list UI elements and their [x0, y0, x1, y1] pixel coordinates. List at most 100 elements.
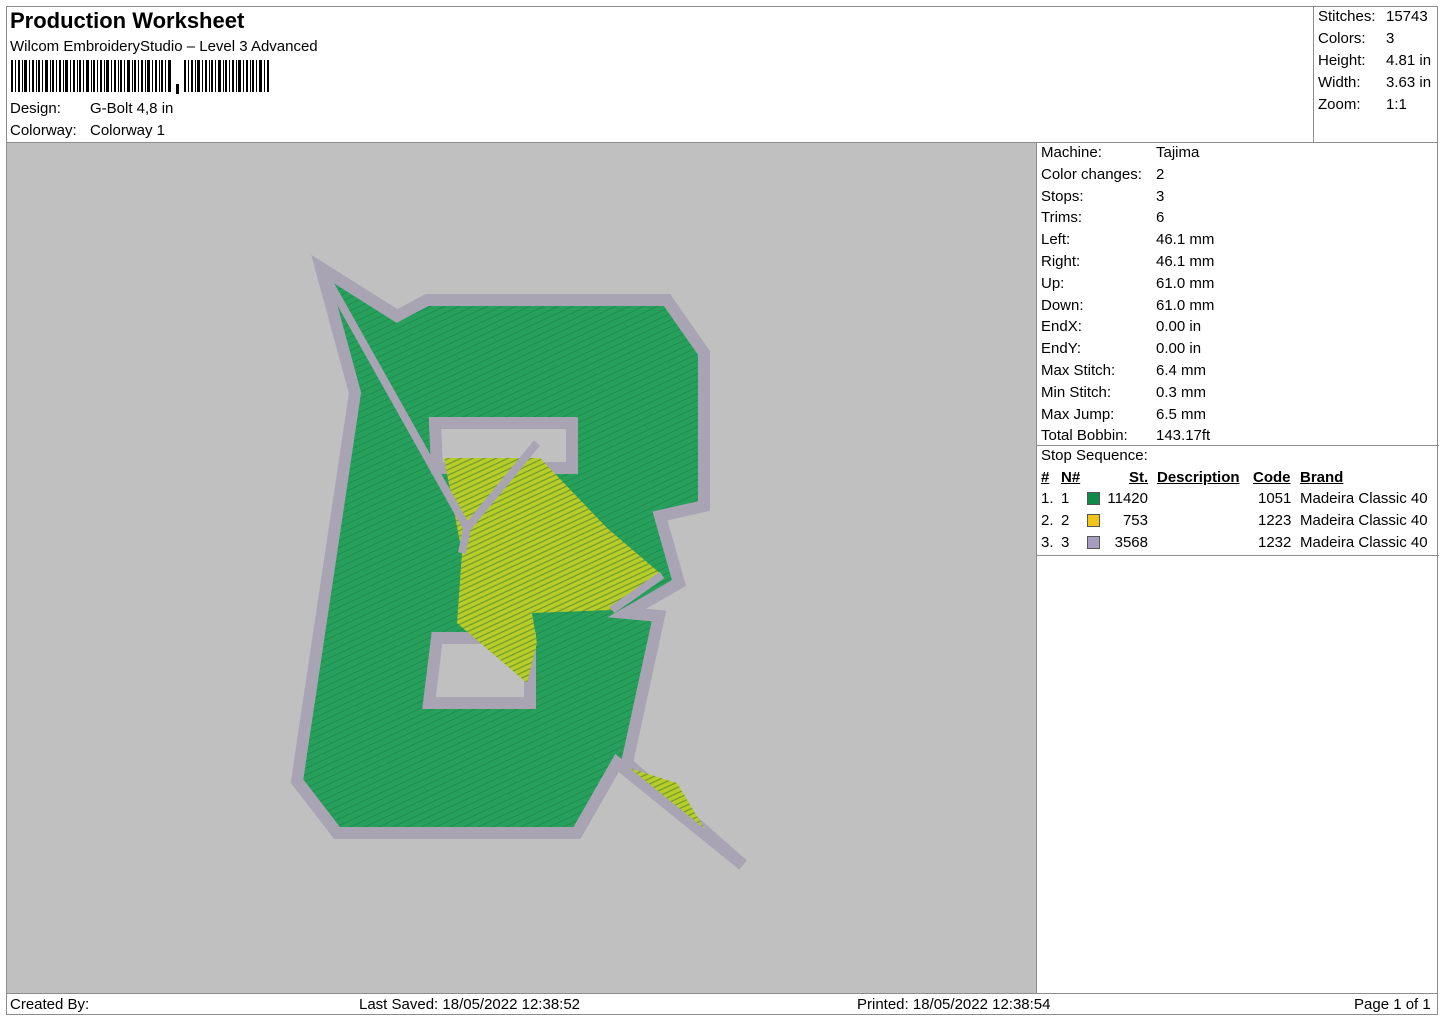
seq-brand: Madeira Classic 40 [1300, 512, 1428, 529]
g-bolt-embroidery [290, 254, 747, 870]
seq-num: 1. [1041, 490, 1054, 507]
design-value: G-Bolt 4,8 in [90, 100, 174, 117]
machine-info-row: Max Stitch: 6.4 mm [1041, 362, 1206, 379]
col-brand-header: Brand [1300, 469, 1344, 486]
machine-info-value: 0.3 mm [1156, 383, 1207, 401]
stitches-value: 15743 [1386, 8, 1428, 25]
divider [1037, 555, 1439, 556]
machine-info-row: Color changes: 2 [1041, 166, 1164, 183]
machine-info-value: 46.1 mm [1156, 231, 1215, 249]
machine-info-label: Stops: [1041, 187, 1084, 205]
thread-color-swatch [1087, 492, 1100, 505]
thread-color-swatch [1087, 514, 1100, 527]
design-row: Design: G-Bolt 4,8 in [10, 100, 173, 117]
colorway-label: Colorway: [10, 122, 77, 139]
seq-needle: 1 [1061, 490, 1070, 507]
seq-brand: Madeira Classic 40 [1300, 534, 1428, 551]
machine-info-label: Min Stitch: [1041, 383, 1112, 401]
machine-info-value: 61.0 mm [1156, 274, 1215, 292]
seq-stitches: 11420 [1107, 490, 1148, 507]
machine-info-value: 6.4 mm [1156, 362, 1207, 379]
machine-info-row: EndY: 0.00 in [1041, 340, 1201, 357]
machine-info-label: Max Stitch: [1041, 362, 1116, 379]
machine-info-value: 0.00 in [1156, 318, 1202, 336]
colors-row: Colors: 3 [1318, 30, 1394, 47]
machine-info-row: Left: 46.1 mm [1041, 231, 1214, 248]
col-num-header: # [1041, 469, 1050, 486]
seq-num: 3. [1041, 534, 1054, 551]
created-by: Created By: [10, 996, 90, 1013]
machine-info-panel: Machine: Tajima Color changes: 2 Stops: 3 Trim… [1036, 143, 1439, 993]
colorway-value: Colorway 1 [90, 122, 166, 139]
colorway-row: Colorway: Colorway 1 [10, 122, 165, 139]
machine-info-label: Up: [1041, 274, 1065, 292]
col-st-header: St. [1129, 469, 1149, 486]
colors-value: 3 [1386, 30, 1395, 47]
machine-info-row: EndX: 0.00 in [1041, 318, 1201, 335]
last-saved: Last Saved: 18/05/2022 12:38:52 [359, 996, 581, 1013]
stop-sequence-title: Stop Sequence: [1041, 447, 1148, 464]
width-label: Width: [1318, 74, 1361, 91]
machine-info-row: Min Stitch: 0.3 mm [1041, 384, 1206, 401]
design-label: Design: [10, 100, 61, 117]
height-value: 4.81 in [1386, 52, 1432, 69]
machine-info-label: Down: [1041, 296, 1084, 314]
seq-stitches: 753 [1122, 512, 1148, 529]
seq-needle: 2 [1061, 512, 1070, 529]
machine-info-label: Max Jump: [1041, 405, 1115, 423]
machine-info-label: EndY: [1041, 340, 1082, 358]
col-description-header: Description [1157, 469, 1240, 486]
thread-color-swatch [1087, 536, 1100, 549]
zoom-label: Zoom: [1318, 96, 1361, 113]
machine-info-label: Machine: [1041, 144, 1102, 161]
machine-info-label: Color changes: [1041, 165, 1142, 183]
summary-box: Stitches: 15743 Colors: 3 Height: 4.81 in W… [1314, 6, 1438, 143]
stitches-label: Stitches: [1318, 8, 1376, 25]
seq-code: 1232 [1258, 534, 1292, 551]
machine-info-value: 143.17ft [1156, 427, 1211, 445]
machine-info-row: Down: 61.0 mm [1041, 297, 1214, 314]
machine-info-row: Trims: 6 [1041, 209, 1164, 226]
seq-num: 2. [1041, 512, 1054, 529]
worksheet-header: Production Worksheet Wilcom EmbroiderySt… [6, 6, 1314, 143]
machine-info-value: 6 [1156, 209, 1165, 227]
machine-info-value: 2 [1156, 165, 1165, 183]
height-row: Height: 4.81 in [1318, 52, 1431, 69]
machine-info-value: 61.0 mm [1156, 296, 1215, 314]
seq-brand: Madeira Classic 40 [1300, 490, 1428, 507]
design-preview [7, 143, 1036, 993]
machine-info-value: 0.00 in [1156, 340, 1202, 358]
seq-code: 1051 [1258, 490, 1292, 507]
machine-info-value: 3 [1156, 187, 1165, 205]
machine-info-row: Up: 61.0 mm [1041, 275, 1214, 292]
col-code-header: Code [1253, 469, 1291, 486]
zoom-value: 1:1 [1386, 96, 1407, 113]
software-name: Wilcom EmbroideryStudio – Level 3 Advanc… [10, 38, 318, 55]
machine-info-row: Right: 46.1 mm [1041, 253, 1214, 270]
barcode [11, 60, 269, 94]
machine-info-value: 46.1 mm [1156, 253, 1215, 270]
printed-date: Printed: 18/05/2022 12:38:54 [857, 996, 1051, 1013]
zoom-row: Zoom: 1:1 [1318, 96, 1407, 113]
machine-info-row: Machine: Tajima [1041, 144, 1199, 161]
width-row: Width: 3.63 in [1318, 74, 1431, 91]
colors-label: Colors: [1318, 30, 1366, 47]
machine-info-label: Total Bobbin: [1041, 427, 1128, 445]
machine-info-value: 6.5 mm [1156, 405, 1207, 423]
machine-info-value: Tajima [1156, 144, 1200, 161]
seq-code: 1223 [1258, 512, 1292, 529]
seq-needle: 3 [1061, 534, 1070, 551]
machine-info-label: Trims: [1041, 209, 1083, 227]
machine-info-label: EndX: [1041, 318, 1082, 336]
page-title: Production Worksheet [10, 8, 245, 33]
machine-info-row: Total Bobbin: 143.17ft [1041, 427, 1210, 444]
machine-info-row: Max Jump: 6.5 mm [1041, 406, 1206, 423]
seq-stitches: 3568 [1114, 534, 1148, 551]
machine-info-label: Left: [1041, 231, 1071, 249]
height-label: Height: [1318, 52, 1366, 69]
worksheet-footer: Created By: Last Saved: 18/05/2022 12:38… [6, 993, 1438, 1015]
width-value: 3.63 in [1386, 74, 1432, 91]
machine-info-label: Right: [1041, 253, 1081, 270]
col-n-header: N# [1061, 469, 1081, 486]
stitches-row: Stitches: 15743 [1318, 8, 1428, 25]
